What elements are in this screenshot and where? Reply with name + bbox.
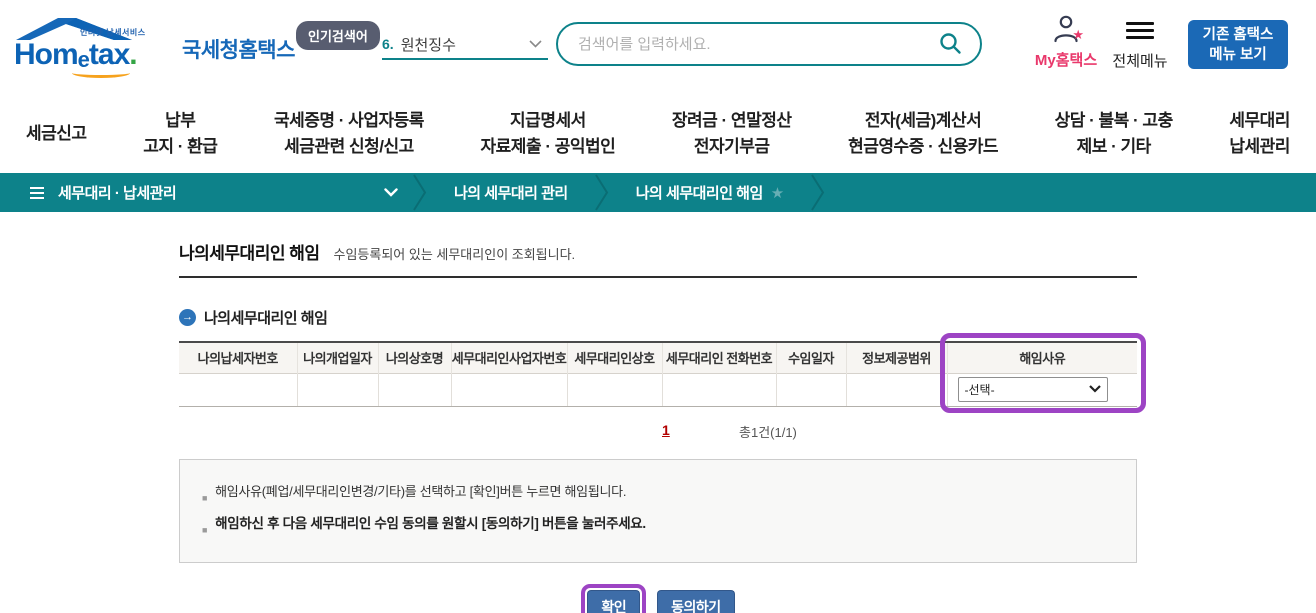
keyword-text: 원천징수 (401, 34, 456, 55)
bullet-icon: ■ (202, 487, 207, 509)
nav-item-e-invoice[interactable]: 전자(세금)계산서현금영수증 · 신용카드 (848, 108, 998, 160)
dismissal-reason-select[interactable]: -선택- (958, 377, 1108, 402)
my-hometax-icon-wrap: ★ (1051, 13, 1081, 45)
hometax-logo-mark: 인터넷 납세서비스 Hometax. (14, 16, 172, 72)
main-navigation: 세금신고 납부고지 · 환급 국세증명 · 사업자등록세금관련 신청/신고 지급… (0, 95, 1316, 173)
nav-item-incentives[interactable]: 장려금 · 연말정산전자기부금 (672, 108, 792, 160)
keyword-rank: 6. (382, 36, 394, 52)
legacy-button-line2: 메뉴 보기 (1209, 47, 1266, 63)
favorite-star-icon[interactable]: ★ (771, 184, 784, 202)
breadcrumb-separator (594, 173, 610, 212)
nav-item-payment[interactable]: 납부고지 · 환급 (143, 108, 217, 160)
my-hometax-label: My홈택스 (1033, 49, 1099, 70)
cell-agent-phone (662, 373, 776, 406)
confirm-button-highlight: 확인 (581, 584, 646, 613)
cell-dismissal-reason: -선택- (947, 373, 1137, 406)
confirm-button[interactable]: 확인 (587, 590, 640, 613)
bullet-icon: ■ (202, 519, 207, 541)
logo-wordmark: Hometax. (14, 38, 137, 72)
search-input[interactable] (578, 36, 936, 53)
my-hometax-button[interactable]: ★ My홈택스 (1033, 13, 1099, 70)
nav-item-tax-report[interactable]: 세금신고 (26, 121, 87, 147)
search-button[interactable] (936, 29, 964, 60)
popular-keyword-dropdown[interactable]: 6. 원천징수 (382, 30, 548, 60)
col-my-business-name: 나의상호명 (378, 342, 451, 373)
breadcrumb-level2-current[interactable]: 나의 세무대리인 해임 ★ (610, 173, 810, 212)
dismissal-table-wrap: 나의납세자번호 나의개업일자 나의상호명 세무대리인사업자번호 세무대리인상호 … (179, 341, 1137, 407)
popular-search-badge: 인기검색어 (296, 21, 380, 50)
arrow-circle-icon: → (179, 309, 196, 326)
notice-box: ■ 해임사유(폐업/세무대리인변경/기타)를 선택하고 [확인]버튼 누르면 해… (179, 459, 1137, 563)
col-engagement-date: 수임일자 (776, 342, 846, 373)
section-header: → 나의세무대리인 해임 (179, 307, 1137, 328)
cell-my-taxpayer-number (179, 373, 297, 406)
tax-agent-table: 나의납세자번호 나의개업일자 나의상호명 세무대리인사업자번호 세무대리인상호 … (179, 341, 1137, 407)
notice-line-1: ■ 해임사유(폐업/세무대리인변경/기타)를 선택하고 [확인]버튼 누르면 해… (200, 481, 1116, 509)
section-title: 나의세무대리인 해임 (204, 307, 327, 328)
col-dismissal-reason: 해임사유 (947, 342, 1137, 373)
hometax-logo[interactable]: 인터넷 납세서비스 Hometax. 국세청홈택스 (14, 16, 295, 72)
col-agent-business-number: 세무대리인사업자번호 (451, 342, 567, 373)
col-my-taxpayer-number: 나의납세자번호 (179, 342, 297, 373)
legacy-hometax-menu-button[interactable]: 기존 홈택스 메뉴 보기 (1188, 20, 1288, 69)
page-title: 나의세무대리인 해임 (179, 239, 319, 264)
chevron-down-icon (384, 188, 398, 197)
logo-tagline: 인터넷 납세서비스 (80, 27, 146, 38)
nav-item-statements[interactable]: 지급명세서자료제출 · 공익법인 (481, 108, 616, 160)
col-my-opening-date: 나의개업일자 (297, 342, 378, 373)
notice-line-2: ■ 해임하신 후 다음 세무대리인 수임 동의를 원할시 [동의하기] 버튼을 … (200, 513, 1116, 541)
breadcrumb-root-menu[interactable]: 세무대리 · 납세관리 (0, 173, 412, 212)
cell-engagement-date (776, 373, 846, 406)
breadcrumb-separator (412, 173, 428, 212)
table-row: -선택- (179, 373, 1137, 406)
nav-item-tax-agent[interactable]: 세무대리납세관리 (1229, 108, 1290, 160)
nav-item-certificates[interactable]: 국세증명 · 사업자등록세금관련 신청/신고 (274, 108, 424, 160)
cell-agent-business-number (451, 373, 567, 406)
pagination-total: 총1건(1/1) (739, 422, 797, 441)
breadcrumb-level1[interactable]: 나의 세무대리 관리 (428, 173, 594, 212)
cell-my-business-name (378, 373, 451, 406)
dismissal-reason-select-wrap: -선택- (958, 377, 1108, 402)
cell-info-scope (846, 373, 947, 406)
all-menu-label: 전체메뉴 (1110, 50, 1170, 71)
agree-button[interactable]: 동의하기 (657, 590, 735, 613)
nav-item-consultation[interactable]: 상담 · 불복 · 고충제보 · 기타 (1055, 108, 1173, 160)
site-name: 국세청홈택스 (182, 34, 295, 72)
page-subtitle: 수임등록되어 있는 세무대리인이 조회됩니다. (333, 244, 575, 263)
site-header: 인터넷 납세서비스 Hometax. 국세청홈택스 인기검색어 6. 원천징수 … (0, 0, 1316, 95)
page-title-row: 나의세무대리인 해임 수임등록되어 있는 세무대리인이 조회됩니다. (179, 239, 1137, 278)
breadcrumb-root-label: 세무대리 · 납세관리 (58, 182, 176, 203)
hamburger-menu-icon (1126, 18, 1154, 43)
cell-my-opening-date (297, 373, 378, 406)
star-icon: ★ (1072, 27, 1084, 43)
action-buttons: 확인 동의하기 (179, 584, 1137, 613)
col-agent-name: 세무대리인상호 (567, 342, 662, 373)
pagination: 1 총1건(1/1) (179, 422, 1137, 444)
breadcrumb-separator (810, 173, 826, 212)
legacy-button-line1: 기존 홈택스 (1203, 27, 1274, 43)
breadcrumb-bar: 세무대리 · 납세관리 나의 세무대리 관리 나의 세무대리인 해임 ★ (0, 173, 1316, 212)
search-icon (938, 31, 962, 55)
chevron-down-icon (529, 40, 542, 48)
col-agent-phone: 세무대리인 전화번호 (662, 342, 776, 373)
all-menu-button[interactable]: 전체메뉴 (1110, 18, 1170, 71)
menu-list-icon (30, 184, 44, 202)
page-content: 나의세무대리인 해임 수임등록되어 있는 세무대리인이 조회됩니다. → 나의세… (179, 239, 1137, 613)
pagination-page-1[interactable]: 1 (662, 422, 670, 438)
logo-swoosh-decoration (72, 68, 130, 78)
search-bar (556, 22, 982, 66)
col-info-scope: 정보제공범위 (846, 342, 947, 373)
cell-agent-name (567, 373, 662, 406)
table-header-row: 나의납세자번호 나의개업일자 나의상호명 세무대리인사업자번호 세무대리인상호 … (179, 342, 1137, 373)
